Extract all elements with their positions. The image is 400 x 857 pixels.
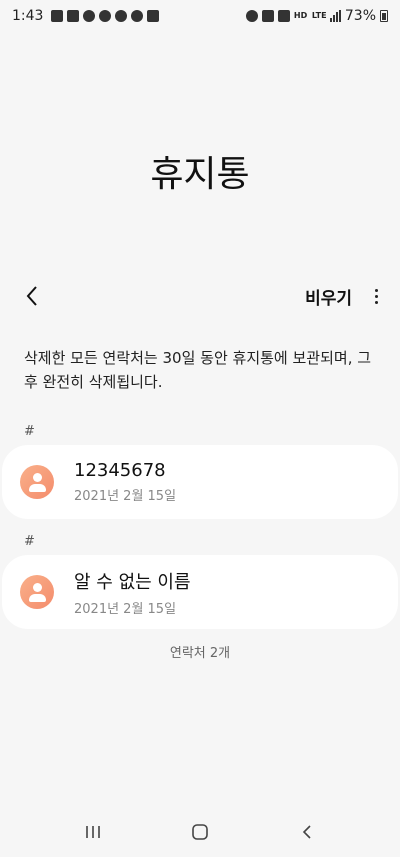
battery-icon <box>380 10 388 22</box>
alarm-icon <box>245 10 258 22</box>
more-vertical-icon <box>374 288 378 292</box>
settings-notification-icon <box>83 10 96 22</box>
contact-text: 12345678 2021년 2월 15일 <box>74 460 176 504</box>
contact-count: 연락처 2개 <box>169 646 231 661</box>
status-right: HD LTE 73% <box>245 8 388 24</box>
more-dot <box>374 294 378 298</box>
person-icon <box>20 465 54 499</box>
app2-notification-icon <box>115 10 128 22</box>
battery-percent: 73% <box>344 8 376 24</box>
mute-icon <box>277 10 290 22</box>
back-button[interactable] <box>20 284 44 308</box>
more-options-button[interactable] <box>370 284 382 308</box>
home-button[interactable] <box>180 812 220 852</box>
more-dot <box>374 300 378 304</box>
status-bar: 1:43 HD LTE 73% <box>0 0 400 32</box>
contact-date: 2021년 2월 15일 <box>74 489 177 504</box>
image-notification-icon <box>147 10 160 22</box>
back-icon <box>302 825 311 839</box>
trash-notice: 삭제한 모든 연락처는 30일 동안 휴지통에 보관되며, 그 후 완전히 삭제… <box>24 349 372 391</box>
contact-name: 12345678 <box>74 460 166 481</box>
contact-card[interactable]: 알 수 없는 이름 2021년 2월 15일 <box>2 555 398 629</box>
avatar-body <box>29 484 46 492</box>
lte-icon: LTE <box>311 11 327 20</box>
home-icon <box>192 824 208 840</box>
message-notification-icon <box>131 10 144 22</box>
contact-name: 알 수 없는 이름 <box>74 571 191 593</box>
person-icon <box>20 575 54 609</box>
contact-date: 2021년 2월 15일 <box>74 601 177 617</box>
hd-voice-icon: HD <box>293 11 308 20</box>
navigation-bar <box>0 807 400 857</box>
group-header: # <box>24 534 35 549</box>
recents-button[interactable] <box>73 812 113 852</box>
chat-notification-icon <box>99 10 112 22</box>
status-left: 1:43 <box>12 8 160 24</box>
group-header: # <box>24 424 35 439</box>
signal-icon <box>329 10 341 22</box>
talk-notification-icon <box>51 10 64 22</box>
toolbar-actions: 비우기 <box>305 284 382 309</box>
app-notification-icon <box>67 10 80 22</box>
avatar-head <box>33 473 42 482</box>
page-title: 휴지통 <box>150 154 250 195</box>
recents-icon <box>86 826 101 838</box>
contact-card[interactable]: 12345678 2021년 2월 15일 <box>2 445 398 519</box>
empty-trash-button[interactable]: 비우기 <box>305 284 352 309</box>
chevron-left-icon <box>26 286 37 306</box>
contact-text: 알 수 없는 이름 2021년 2월 15일 <box>74 568 191 617</box>
avatar-body <box>29 594 46 602</box>
nav-back-button[interactable] <box>287 812 327 852</box>
toolbar: 비우기 <box>0 278 400 314</box>
status-time: 1:43 <box>12 8 44 24</box>
bluetooth-icon <box>261 10 274 22</box>
avatar-head <box>33 583 42 592</box>
